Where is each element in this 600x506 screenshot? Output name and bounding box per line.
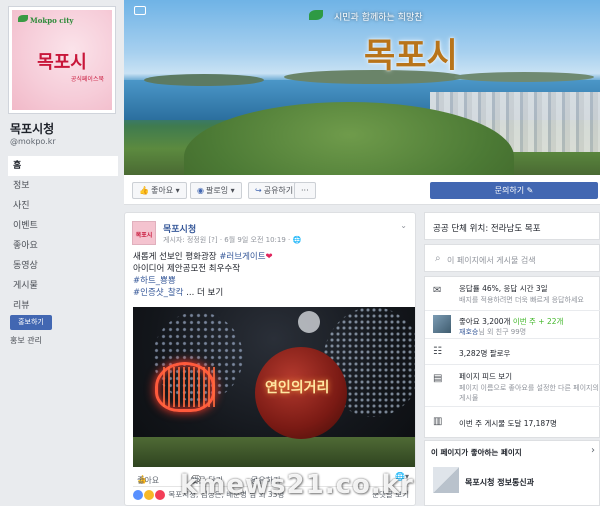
wow-reaction-icon <box>144 490 154 500</box>
cover-island <box>454 72 594 82</box>
likes-count: 좋아요 3,200개 <box>459 317 513 326</box>
follow-button[interactable]: ◉ 팔로잉 ▾ <box>190 182 242 199</box>
follow-icon: ☷ <box>433 346 442 357</box>
post-line1: 새롭게 선보인 평화광장 <box>133 252 220 262</box>
nav-item-videos[interactable]: 동영상 <box>8 256 118 276</box>
liked-page-thumbnail[interactable] <box>433 467 459 493</box>
post-avatar[interactable]: 목포시 <box>132 221 156 245</box>
heart-lights <box>163 367 217 407</box>
liked-pages-card: 이 페이지가 좋아하는 페이지 › 목포시청 정보통신과 <box>424 440 600 506</box>
feed-icon: ▤ <box>433 373 443 384</box>
rss-icon: ◉ <box>197 186 204 195</box>
nav-item-reviews[interactable]: 리뷰 <box>8 296 118 316</box>
nav-item-home[interactable]: 홈 <box>8 156 118 176</box>
response-title: 응답률 46%, 응답 시간 3일 <box>459 284 548 293</box>
feed-title: 페이지 피드 보기 <box>459 372 513 381</box>
hashtag-link[interactable]: #인증샷_찰칵 <box>133 288 183 298</box>
page-stats-card: ✉ 응답률 46%, 응답 시간 3일 배지를 적용하려면 더욱 빠르게 응답하… <box>424 276 600 438</box>
message-icon: ✉ <box>433 285 442 296</box>
liked-pages-title: 이 페이지가 좋아하는 페이지 <box>431 448 522 457</box>
page-handle[interactable]: @mokpo.kr <box>10 137 56 146</box>
share-icon: ↪ <box>255 186 262 195</box>
heart-icon: ❤ <box>265 252 273 262</box>
follows-row[interactable]: ☷ 3,282명 팔로우 <box>425 339 600 365</box>
profile-picture[interactable]: Mokpo city 목포시 공식페이스북 <box>8 6 116 114</box>
nav-item-photos[interactable]: 사진 <box>8 196 118 216</box>
nav-item-likes[interactable]: 좋아요 <box>8 236 118 256</box>
post-line2: 아이디어 제안공모전 최우수작 <box>133 264 241 274</box>
feed-sub: 게시물 <box>459 394 479 402</box>
liked-page-name[interactable]: 목포시청 정보통신과 <box>465 477 534 488</box>
camera-icon[interactable] <box>134 6 146 15</box>
nav-item-events[interactable]: 이벤트 <box>8 216 118 236</box>
hashtag-link[interactable]: #러브게이트 <box>219 252 265 262</box>
page-action-bar: 👍 좋아요 ▾ ◉ 팔로잉 ▾ ↪ 공유하기 ··· 문의하기 ✎ <box>124 175 600 205</box>
chevron-down-icon[interactable]: ⌄ <box>400 221 407 230</box>
thumbs-up-icon: 👍 <box>139 186 149 195</box>
reach-count: 이번 주 게시물 도달 17,187명 <box>459 419 557 428</box>
post-meta: 게시자: 정정원 [?] · 6월 9일 오전 10:19 · 🌐 <box>163 236 302 244</box>
promo-manage-link[interactable]: 홍보 관리 <box>10 335 42 346</box>
more-button[interactable]: ··· <box>294 182 316 199</box>
love-reaction-icon <box>155 490 165 500</box>
friends-count: 님 외 친구 99명 <box>478 328 527 336</box>
like-reaction-icon <box>133 490 143 500</box>
share-page-button[interactable]: ↪ 공유하기 <box>248 182 301 199</box>
watermark: kmews21.co.kr <box>180 470 414 500</box>
location-card: 공공 단체 위치: 전라남도 목포 <box>424 212 600 240</box>
chevron-right-icon[interactable]: › <box>591 445 595 456</box>
page-name[interactable]: 목포시청 <box>10 120 54 137</box>
friend-name-link[interactable]: 재호승 <box>459 328 478 336</box>
left-column: Mokpo city 목포시 공식페이스북 목포시청 @mokpo.kr 홈 정… <box>0 0 124 506</box>
share-label: 공유하기 <box>263 186 294 195</box>
post-author[interactable]: 목포시청 <box>163 222 196 235</box>
logo-sub: 공식페이스북 <box>70 76 104 83</box>
grass <box>133 437 415 467</box>
photo-sign-text: 연인의거리 <box>265 380 330 396</box>
search-icon: ⌕ <box>435 253 441 264</box>
follows-count: 3,282명 팔로우 <box>459 349 511 358</box>
like-page-button[interactable]: 👍 좋아요 ▾ <box>132 182 187 199</box>
cover-photo[interactable]: 시민과 함께하는 희망찬 목포시 <box>124 0 600 175</box>
see-more-link[interactable]: ... 더 보기 <box>186 288 223 298</box>
like-label: 좋아요 <box>150 186 174 195</box>
leaf-icon <box>18 15 28 22</box>
search-input[interactable]: 이 페이지에서 게시물 검색 <box>447 255 536 266</box>
page-nav: 홈 정보 사진 이벤트 좋아요 동영상 게시물 리뷰 <box>8 156 118 316</box>
message-button[interactable]: 문의하기 ✎ <box>430 182 598 199</box>
post-photo[interactable]: 연인의거리 <box>133 307 415 467</box>
response-sub: 배지를 적용하려면 더욱 빠르게 응답하세요 <box>459 296 584 304</box>
cover-island <box>144 74 264 86</box>
cover-slogan: 시민과 함께하는 희망찬 <box>334 13 423 23</box>
likes-row[interactable]: 좋아요 3,200개 이번 주 + 22개 재호승님 외 친구 99명 <box>425 311 600 339</box>
follow-label: 팔로잉 <box>205 186 229 195</box>
post-like-label: 좋아요 <box>137 476 160 485</box>
post-text: 새롭게 선보인 평화광장 #러브게이트❤ 아이디어 제안공모전 최우수작 #하트… <box>133 251 409 299</box>
lamp <box>298 311 320 333</box>
logo-tag: Mokpo city <box>30 16 74 25</box>
hashtag-link[interactable]: #하트_뿅뿅 <box>133 275 409 287</box>
response-rate-row[interactable]: ✉ 응답률 46%, 응답 시간 3일 배지를 적용하려면 더욱 빠르게 응답하… <box>425 277 600 311</box>
nav-item-posts[interactable]: 게시물 <box>8 276 118 296</box>
likes-this-week: 이번 주 + 22개 <box>512 317 564 326</box>
cover-title: 목포시 <box>364 36 458 76</box>
page-feed-row[interactable]: ▤ 페이지 피드 보기 페이지 이름으로 좋아요를 설정한 다른 페이지의 게시… <box>425 365 600 407</box>
post-card: 목포시 목포시청 게시자: 정정원 [?] · 6월 9일 오전 10:19 ·… <box>124 212 416 506</box>
feed-sub: 페이지 이름으로 좋아요를 설정한 다른 페이지의 <box>459 384 599 392</box>
reach-row[interactable]: ▥ 이번 주 게시물 도달 17,187명 <box>425 407 600 437</box>
profile-logo: Mokpo city 목포시 공식페이스북 <box>12 10 112 110</box>
flower-icon <box>309 10 323 20</box>
logo-name: 목포시 <box>37 52 87 73</box>
promote-button[interactable]: 홍보하기 <box>10 315 52 330</box>
nav-item-about[interactable]: 정보 <box>8 176 118 196</box>
page-category-location: 공공 단체 위치: 전라남도 목포 <box>433 224 541 234</box>
avatar-text: 목포시 <box>135 232 153 239</box>
page-search[interactable]: ⌕ 이 페이지에서 게시물 검색 <box>424 244 600 272</box>
friend-thumbnail <box>433 315 451 333</box>
chart-icon: ▥ <box>433 416 443 427</box>
